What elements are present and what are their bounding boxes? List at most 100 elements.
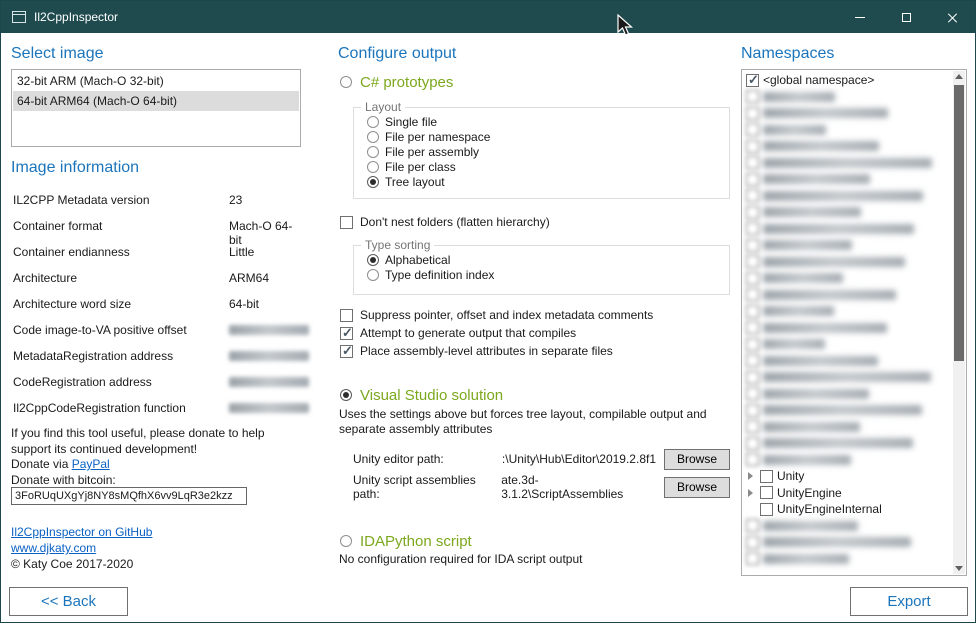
namespace-checkbox[interactable] (746, 107, 759, 120)
checkbox-icon[interactable] (340, 309, 353, 322)
namespace-checkbox[interactable] (746, 404, 759, 417)
export-button[interactable]: Export (850, 587, 968, 616)
radio-icon[interactable] (367, 146, 379, 158)
namespace-row[interactable]: UnityEngineInternal (744, 501, 950, 518)
maximize-button[interactable] (883, 1, 929, 33)
github-link[interactable]: Il2CppInspector on GitHub (11, 525, 152, 539)
namespace-row-redacted[interactable] (744, 386, 950, 403)
image-list-item[interactable]: 64-bit ARM64 (Mach-O 64-bit) (13, 91, 299, 111)
flatten-hierarchy-checkbox-row[interactable]: Don't nest folders (flatten hierarchy) (340, 214, 550, 230)
namespace-checkbox[interactable] (760, 503, 773, 516)
close-button[interactable] (929, 1, 975, 33)
namespace-row[interactable]: Unity (744, 468, 950, 485)
image-list[interactable]: 32-bit ARM (Mach-O 32-bit) 64-bit ARM64 … (11, 69, 301, 147)
back-button[interactable]: << Back (9, 587, 128, 616)
namespace-row-redacted[interactable] (744, 551, 950, 568)
minimize-button[interactable] (837, 1, 883, 33)
namespace-row-redacted[interactable] (744, 402, 950, 419)
namespace-checkbox[interactable] (746, 123, 759, 136)
checkbox-icon[interactable] (340, 327, 353, 340)
namespace-checkbox[interactable] (746, 338, 759, 351)
namespace-checkbox[interactable] (746, 437, 759, 450)
namespace-row-redacted[interactable] (744, 254, 950, 271)
namespace-checkbox[interactable] (746, 222, 759, 235)
namespace-checkbox[interactable] (746, 74, 759, 87)
namespace-row-redacted[interactable] (744, 369, 950, 386)
expander-icon[interactable] (746, 471, 756, 481)
radio-icon[interactable] (367, 161, 379, 173)
output-option-checkbox-row[interactable]: Attempt to generate output that compiles (340, 324, 653, 342)
namespace-checkbox[interactable] (760, 486, 773, 499)
namespace-row-redacted[interactable] (744, 122, 950, 139)
radio-icon[interactable] (340, 535, 352, 547)
namespace-checkbox[interactable] (746, 305, 759, 318)
checkbox-icon[interactable] (340, 345, 353, 358)
namespace-row[interactable]: UnityEngine (744, 485, 950, 502)
namespace-row-redacted[interactable] (744, 171, 950, 188)
namespace-row-redacted[interactable] (744, 138, 950, 155)
namespace-checkbox[interactable] (746, 288, 759, 301)
layout-option[interactable]: Tree layout (367, 174, 729, 189)
namespace-row-redacted[interactable] (744, 89, 950, 106)
namespace-checkbox[interactable] (746, 206, 759, 219)
namespace-checkbox[interactable] (746, 387, 759, 400)
namespace-row-redacted[interactable] (744, 188, 950, 205)
namespace-row-redacted[interactable] (744, 320, 950, 337)
namespace-row-redacted[interactable] (744, 303, 950, 320)
namespace-row-redacted[interactable] (744, 452, 950, 469)
output-option-checkbox-row[interactable]: Place assembly-level attributes in separ… (340, 342, 653, 360)
path-field-value[interactable]: ate.3d-3.1.2\ScriptAssemblies (501, 473, 656, 501)
namespace-checkbox[interactable] (746, 453, 759, 466)
namespace-checkbox[interactable] (746, 173, 759, 186)
bitcoin-address-input[interactable] (11, 487, 247, 505)
namespace-checkbox[interactable] (760, 470, 773, 483)
checkbox-icon[interactable] (340, 216, 353, 229)
namespace-row-redacted[interactable] (744, 534, 950, 551)
namespace-row-redacted[interactable] (744, 155, 950, 172)
radio-icon[interactable] (367, 116, 379, 128)
namespace-checkbox[interactable] (746, 371, 759, 384)
namespace-row-redacted[interactable] (744, 435, 950, 452)
csharp-prototypes-option[interactable]: C# prototypes (340, 72, 453, 92)
namespaces-list[interactable]: <global namespace> Unity UnityEngine (741, 69, 967, 576)
radio-icon[interactable] (367, 176, 379, 188)
layout-option[interactable]: File per namespace (367, 129, 729, 144)
layout-option[interactable]: File per assembly (367, 144, 729, 159)
namespace-checkbox[interactable] (746, 321, 759, 334)
namespace-checkbox[interactable] (746, 140, 759, 153)
browse-button[interactable]: Browse (664, 477, 730, 498)
namespace-row-global[interactable]: <global namespace> (744, 72, 950, 89)
namespace-checkbox[interactable] (746, 552, 759, 565)
type-sorting-option[interactable]: Type definition index (367, 267, 729, 282)
scrollbar[interactable] (953, 71, 965, 574)
browse-button[interactable]: Browse (664, 449, 730, 470)
namespace-checkbox[interactable] (746, 519, 759, 532)
namespace-row-redacted[interactable] (744, 518, 950, 535)
visual-studio-solution-option[interactable]: Visual Studio solution (340, 385, 503, 405)
namespace-row-redacted[interactable] (744, 221, 950, 238)
titlebar[interactable]: Il2CppInspector (1, 1, 975, 33)
namespace-checkbox[interactable] (746, 189, 759, 202)
namespace-checkbox[interactable] (746, 272, 759, 285)
namespace-row-redacted[interactable] (744, 336, 950, 353)
layout-option[interactable]: Single file (367, 114, 729, 129)
radio-icon[interactable] (367, 131, 379, 143)
expander-icon[interactable] (746, 488, 756, 498)
namespace-row-redacted[interactable] (744, 105, 950, 122)
scrollbar-thumb[interactable] (954, 85, 964, 361)
radio-icon[interactable] (367, 254, 379, 266)
namespace-checkbox[interactable] (746, 90, 759, 103)
path-field-value[interactable]: :\Unity\Hub\Editor\2019.2.8f1 (502, 452, 656, 466)
paypal-link[interactable]: PayPal (72, 457, 110, 471)
namespace-row-redacted[interactable] (744, 287, 950, 304)
idapython-script-option[interactable]: IDAPython script (340, 531, 472, 551)
namespace-checkbox[interactable] (746, 536, 759, 549)
scroll-down-icon[interactable] (953, 562, 965, 574)
namespace-row-redacted[interactable] (744, 237, 950, 254)
scroll-up-icon[interactable] (953, 71, 965, 83)
namespace-checkbox[interactable] (746, 255, 759, 268)
image-list-item[interactable]: 32-bit ARM (Mach-O 32-bit) (13, 71, 299, 91)
namespace-row-redacted[interactable] (744, 270, 950, 287)
namespace-row-redacted[interactable] (744, 353, 950, 370)
radio-icon[interactable] (340, 389, 352, 401)
